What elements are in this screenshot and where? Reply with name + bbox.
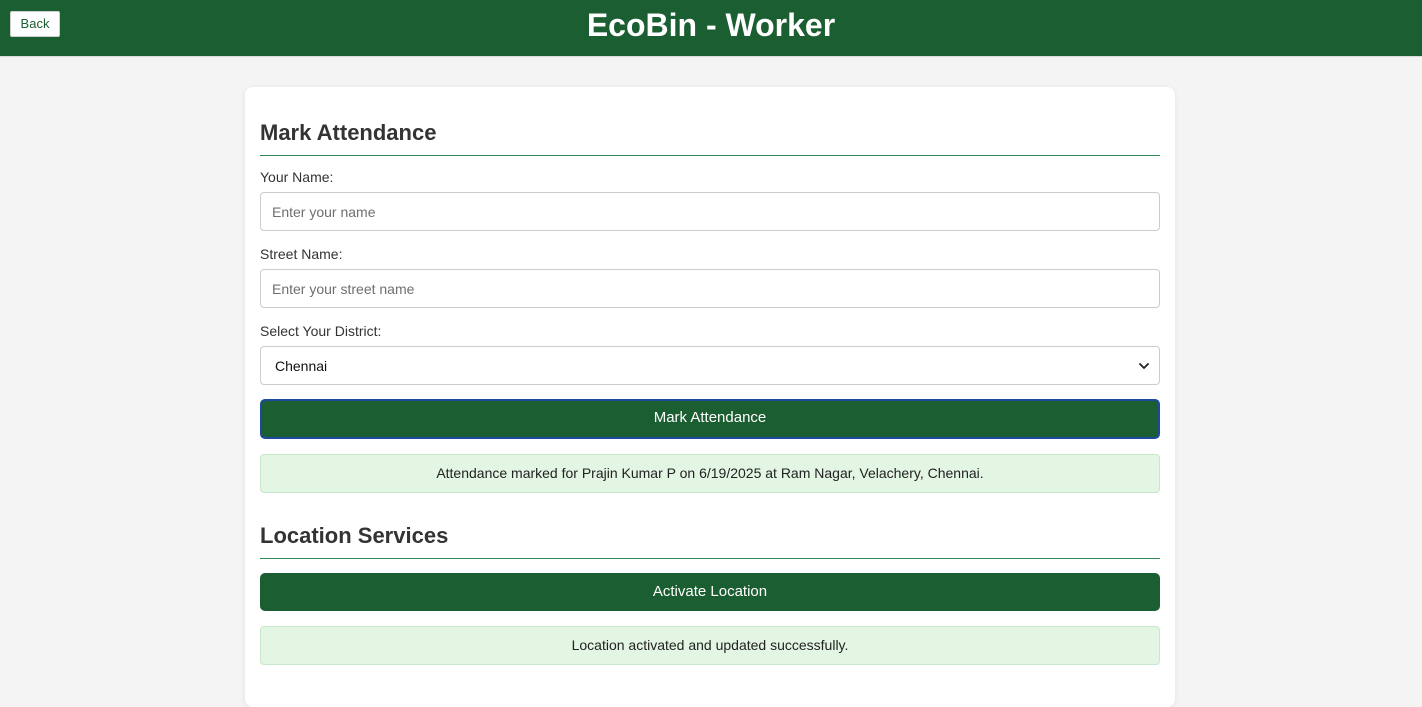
chevron-down-icon xyxy=(1139,363,1149,369)
district-selected-value: Chennai xyxy=(275,358,328,374)
location-section-title: Location Services xyxy=(260,522,1160,559)
street-label: Street Name: xyxy=(260,246,343,262)
district-select[interactable]: Chennai xyxy=(260,346,1160,385)
app-header: Back EcoBin - Worker xyxy=(0,0,1422,57)
page-title: EcoBin - Worker xyxy=(586,7,836,43)
name-label: Your Name: xyxy=(260,169,334,185)
mark-attendance-button[interactable]: Mark Attendance xyxy=(260,399,1160,439)
worker-card: Mark Attendance Your Name: Street Name: … xyxy=(245,87,1175,707)
location-status-message: Location activated and updated successfu… xyxy=(260,626,1160,665)
name-input[interactable] xyxy=(260,192,1160,231)
street-input[interactable] xyxy=(260,269,1160,308)
attendance-section-title: Mark Attendance xyxy=(260,119,1160,156)
attendance-status-message: Attendance marked for Prajin Kumar P on … xyxy=(260,454,1160,493)
activate-location-button[interactable]: Activate Location xyxy=(260,573,1160,611)
district-label: Select Your District: xyxy=(260,323,382,339)
